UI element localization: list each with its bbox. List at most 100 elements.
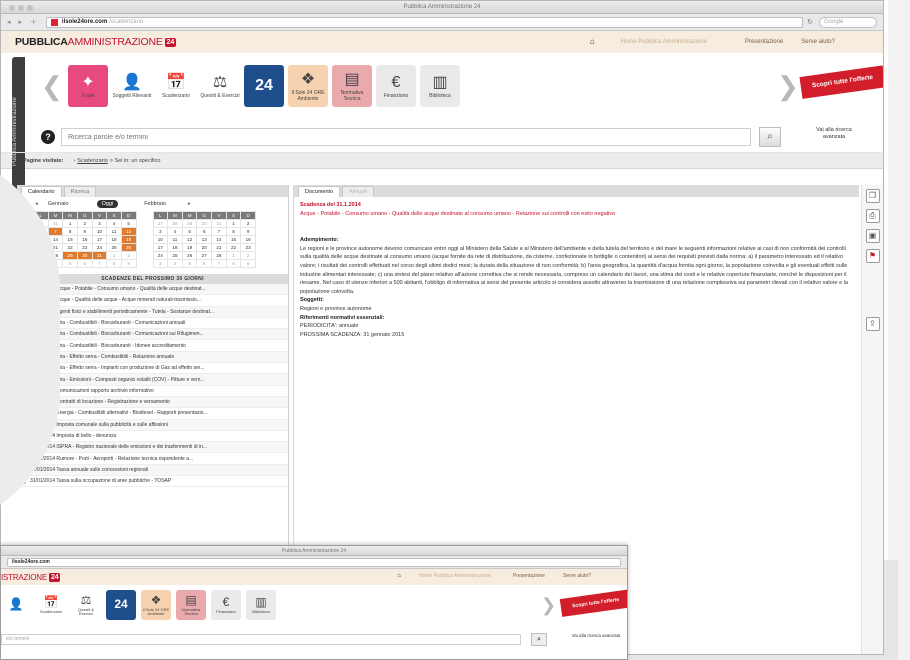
calendar-day[interactable]: 15 [225,235,242,244]
calendar-day[interactable]: 30 [196,219,213,228]
schedule-item[interactable]: 31/01/2014 Tassa sulla occupazione di ar… [17,476,288,488]
today-button[interactable]: Oggi [96,200,119,208]
schedule-item[interactable]: 31/01/2014 Imposta comunale sulla pubbli… [17,419,288,431]
section-tile[interactable]: ⚖ Quesiti & Esercizi [200,65,240,107]
search-input[interactable]: e/o termini [1,634,521,645]
calendar-day[interactable]: 20 [196,243,213,252]
site-logo[interactable]: ISTRAZIONE 24 [1,572,61,582]
section-tile[interactable]: 24 [244,65,284,107]
schedule-item[interactable]: 31/01/2014 ISPRA - Registro nazionale de… [17,442,288,454]
calendar-day[interactable]: 28 [211,251,227,260]
calendar-day[interactable]: 12 [181,235,198,244]
calendar-day[interactable]: 29 [62,251,78,260]
carousel-next-icon[interactable]: ❯ [777,71,799,102]
calendar-day[interactable]: 2 [240,219,256,228]
calendar-day[interactable]: 17 [152,243,169,252]
section-tile[interactable]: ▤ Normativa Tecnica [176,590,206,620]
calendar-day[interactable]: 1 [225,251,242,260]
calendar-day[interactable]: 28 [167,219,183,228]
section-tile[interactable]: ❖ Il Sole 24 ORE Ambiente [141,590,171,620]
offer-ribbon[interactable]: Scopri tutte l'offerte [559,589,627,617]
window-controls[interactable] [9,4,36,17]
calendar-day[interactable]: 17 [91,235,108,244]
calendar-day[interactable]: 24 [91,243,108,252]
section-tile[interactable]: ▥ Biblioteca [246,590,276,620]
offer-ribbon[interactable]: Scopri tutte l'offerte [799,65,883,99]
search-input[interactable] [61,128,751,146]
breadcrumb-item[interactable]: Scadenzario [77,158,108,164]
print-icon[interactable]: ⎙ [865,209,880,223]
save-icon[interactable]: ▣ [865,229,880,243]
calendar-day[interactable]: 5 [120,219,137,228]
calendar-day[interactable]: 22 [62,243,78,252]
advanced-search-link[interactable]: Vai alla ricerca avanzata [809,127,859,141]
calendar-day[interactable]: 18 [167,243,183,252]
calendar-day[interactable]: 6 [76,259,93,268]
calendar-day[interactable]: 3 [152,259,169,268]
calendar-day[interactable]: 7 [47,227,64,236]
section-tile[interactable]: 📅 Scadenzario [36,590,66,620]
schedule-item[interactable]: 31/01/2014 Rumore - Porti - Aeroporti - … [17,453,288,465]
calendar-day[interactable]: 12 [120,227,137,236]
header-link-home[interactable]: Home Pubblica Amministrazione [419,573,491,579]
calendar-day[interactable]: 19 [181,243,198,252]
calendar-day[interactable]: 4 [106,219,122,228]
pdf-icon[interactable]: ⚑ [865,249,880,263]
calendar-day[interactable]: 10 [152,235,169,244]
calendar-day[interactable]: 6 [196,227,213,236]
calendar-day[interactable]: 5 [62,259,78,268]
prev-month-icon[interactable]: ◂ [35,201,38,207]
calendar-day[interactable]: 10 [91,227,108,236]
calendar-day[interactable]: 5 [181,259,198,268]
help-question-icon[interactable]: ? [41,130,55,144]
section-tile[interactable]: 👤 Soggetti Rilevanti [112,65,152,107]
header-link-aiuto[interactable]: Serve aiuto? [563,573,591,579]
advanced-search-link[interactable]: Vai alla ricerca avanzata [571,633,621,639]
calendar-day[interactable]: 11 [106,227,122,236]
site-logo[interactable]: PUBBLICA AMMINISTRAZIONE 24 [15,36,177,48]
calendar-day[interactable]: 27 [196,251,213,260]
calendar-day[interactable]: 4 [167,259,183,268]
calendar-day[interactable]: 11 [167,235,183,244]
schedule-item[interactable]: 31/01/2014 Imposta di bollo - denuncia [17,431,288,443]
next-month-icon[interactable]: ▸ [188,201,191,207]
calendar-day[interactable]: 7 [211,227,227,236]
tab-ricerca[interactable]: Ricerca [63,186,97,197]
url-field[interactable]: ilsole24ore.com [7,557,621,567]
header-link-aiuto[interactable]: Serve aiuto? [801,39,835,45]
calendar-day[interactable]: 2 [120,251,137,260]
search-magnifier-icon[interactable]: ⌕ [759,127,781,147]
calendar-day[interactable]: 16 [76,235,93,244]
browser-search-field[interactable]: Google [819,16,877,28]
section-tile[interactable]: ✦ Il sole [68,65,108,107]
calendar-day[interactable]: 7 [91,259,108,268]
section-tile[interactable]: € Finanziario [211,590,241,620]
search-magnifier-icon[interactable]: ⌕ [531,633,547,646]
calendar-day[interactable]: 21 [211,243,227,252]
section-tile[interactable]: 24 [106,590,136,620]
calendar-day[interactable]: 3 [91,219,108,228]
header-link-presentazione[interactable]: Presentazione [513,573,545,579]
section-tile[interactable]: ⚖ Quesiti & Esercizi [71,590,101,620]
calendar-day[interactable]: 23 [76,243,93,252]
calendar-day[interactable]: 23 [240,243,256,252]
calendar-day[interactable]: 9 [240,227,256,236]
copy-icon[interactable]: ❐ [865,189,880,203]
calendar-day[interactable]: 18 [106,235,122,244]
header-link-presentazione[interactable]: Presentazione [745,39,783,45]
calendar-day[interactable]: 15 [62,235,78,244]
tab-documento[interactable]: Documento [298,186,341,197]
section-tile[interactable]: ❖ Il Sole 24 ORE Ambiente [288,65,328,107]
calendar-day[interactable]: 25 [106,243,122,252]
calendar-day[interactable]: 1 [225,219,242,228]
calendar-day[interactable]: 9 [240,259,256,268]
share-icon[interactable]: ⇪ [865,317,880,331]
tab-allegati[interactable]: Allegati [342,186,375,197]
section-tile[interactable]: 📅 Scadenzario [156,65,196,107]
reload-icon[interactable]: ↻ [807,18,813,26]
carousel-next-icon[interactable]: ❯ [541,595,556,616]
section-tile[interactable]: ▥ Biblioteca [420,65,460,107]
calendar-day[interactable]: 25 [167,251,183,260]
calendar-day[interactable]: 26 [181,251,198,260]
carousel-prev-icon[interactable]: ❮ [41,71,63,102]
